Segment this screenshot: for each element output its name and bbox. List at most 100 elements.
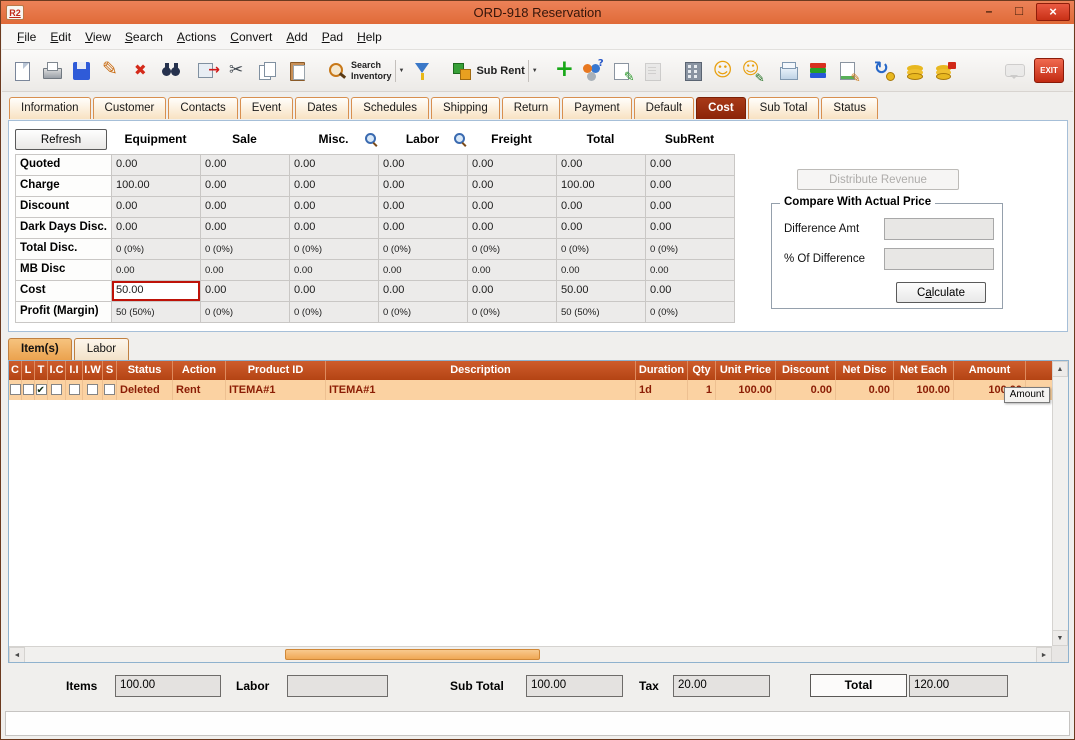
menu-actions[interactable]: Actions bbox=[170, 27, 223, 47]
grid-col-qty[interactable]: Qty bbox=[688, 361, 716, 380]
tab-dates[interactable]: Dates bbox=[295, 97, 349, 119]
item-cell-qty[interactable]: 1 bbox=[688, 380, 716, 400]
save-button[interactable] bbox=[67, 55, 96, 87]
package-button[interactable] bbox=[774, 55, 803, 87]
grid-col-description[interactable]: Description bbox=[326, 361, 636, 380]
item-checkbox-cell[interactable] bbox=[9, 380, 22, 400]
item-cell-description[interactable]: ITEMA#1 bbox=[326, 380, 636, 400]
items-tab-item-s[interactable]: Item(s) bbox=[8, 338, 72, 360]
grid-col-net-each[interactable]: Net Each bbox=[894, 361, 954, 380]
grid-col-i-w[interactable]: I.W bbox=[83, 361, 103, 380]
cut-button[interactable] bbox=[223, 55, 252, 87]
close-button[interactable] bbox=[1036, 3, 1070, 21]
grid-col-l[interactable]: L bbox=[22, 361, 35, 380]
grid-col-unit-price[interactable]: Unit Price bbox=[716, 361, 776, 380]
scrollbar-thumb[interactable] bbox=[285, 649, 540, 660]
scroll-up-button[interactable] bbox=[1052, 361, 1068, 377]
grid-col-product-id[interactable]: Product ID bbox=[226, 361, 326, 380]
tab-sub-total[interactable]: Sub Total bbox=[748, 97, 820, 119]
item-checkbox-cell[interactable] bbox=[83, 380, 103, 400]
distribute-revenue-button[interactable]: Distribute Revenue bbox=[797, 169, 959, 190]
tab-cost[interactable]: Cost bbox=[696, 97, 746, 119]
item-row[interactable]: DeletedRentITEMA#1ITEMA#11d1100.000.000.… bbox=[9, 380, 1052, 400]
layers-button[interactable] bbox=[804, 55, 833, 87]
menu-file[interactable]: File bbox=[10, 27, 43, 47]
smiley-edit-button[interactable] bbox=[738, 55, 767, 87]
item-cell-action[interactable]: Rent bbox=[173, 380, 226, 400]
checkbox[interactable] bbox=[87, 384, 98, 395]
copy-button[interactable] bbox=[253, 55, 282, 87]
item-checkbox-cell[interactable] bbox=[66, 380, 83, 400]
menu-help[interactable]: Help bbox=[350, 27, 389, 47]
menu-add[interactable]: Add bbox=[279, 27, 314, 47]
tab-schedules[interactable]: Schedules bbox=[351, 97, 429, 119]
exit-button[interactable]: EXIT bbox=[1031, 55, 1067, 87]
item-checkbox-cell[interactable] bbox=[48, 380, 66, 400]
grid-col-i-c[interactable]: I.C bbox=[48, 361, 66, 380]
pct-of-difference-input[interactable] bbox=[884, 248, 994, 270]
coins-button[interactable] bbox=[900, 55, 929, 87]
grid-col-action[interactable]: Action bbox=[173, 361, 226, 380]
checkbox[interactable] bbox=[69, 384, 80, 395]
scroll-down-button[interactable] bbox=[1052, 630, 1068, 646]
flag-button[interactable] bbox=[408, 55, 437, 87]
search-icon[interactable] bbox=[364, 132, 378, 146]
grid-col-amount[interactable]: Amount bbox=[954, 361, 1026, 380]
item-cell-net-each[interactable]: 100.00 bbox=[894, 380, 954, 400]
tab-return[interactable]: Return bbox=[502, 97, 561, 119]
menu-edit[interactable]: Edit bbox=[43, 27, 78, 47]
checkbox[interactable] bbox=[23, 384, 34, 395]
note-edit-button[interactable] bbox=[608, 55, 637, 87]
item-checkbox-cell[interactable] bbox=[35, 380, 48, 400]
grid-col-status[interactable]: Status bbox=[117, 361, 173, 380]
search-icon[interactable] bbox=[453, 132, 467, 146]
smiley-button[interactable] bbox=[708, 55, 737, 87]
scroll-left-button[interactable] bbox=[9, 647, 25, 663]
company-button[interactable] bbox=[678, 55, 707, 87]
grid-col-discount[interactable]: Discount bbox=[776, 361, 836, 380]
tab-payment[interactable]: Payment bbox=[562, 97, 631, 119]
item-cell-discount[interactable]: 0.00 bbox=[776, 380, 836, 400]
item-checkbox-cell[interactable] bbox=[103, 380, 117, 400]
sub-rent-dropdown[interactable] bbox=[528, 60, 538, 82]
grid-col-s[interactable]: S bbox=[103, 361, 117, 380]
print-button[interactable] bbox=[37, 55, 66, 87]
grid-col-unit[interactable]: Unit bbox=[1026, 361, 1052, 380]
grid-col-t[interactable]: T bbox=[35, 361, 48, 380]
minimize-button[interactable] bbox=[976, 3, 1002, 21]
find-button[interactable] bbox=[157, 55, 186, 87]
maximize-button[interactable] bbox=[1006, 3, 1032, 21]
add-button[interactable] bbox=[548, 55, 577, 87]
form-edit-button[interactable] bbox=[834, 55, 863, 87]
menu-convert[interactable]: Convert bbox=[223, 27, 279, 47]
grid-col-i-i[interactable]: I.I bbox=[66, 361, 83, 380]
refresh-button[interactable]: Refresh bbox=[15, 129, 107, 150]
scroll-right-button[interactable] bbox=[1036, 647, 1052, 663]
item-cell-product-id[interactable]: ITEMA#1 bbox=[226, 380, 326, 400]
title-bar[interactable]: R2 ORD-918 Reservation bbox=[1, 1, 1074, 24]
item-cell-status[interactable]: Deleted bbox=[117, 380, 173, 400]
item-cell-net-disc[interactable]: 0.00 bbox=[836, 380, 894, 400]
menu-search[interactable]: Search bbox=[118, 27, 170, 47]
checkbox[interactable] bbox=[51, 384, 62, 395]
tab-information[interactable]: Information bbox=[9, 97, 91, 119]
tab-customer[interactable]: Customer bbox=[93, 97, 167, 119]
tab-status[interactable]: Status bbox=[821, 97, 878, 119]
tab-contacts[interactable]: Contacts bbox=[168, 97, 237, 119]
paste-button[interactable] bbox=[283, 55, 312, 87]
tab-event[interactable]: Event bbox=[240, 97, 293, 119]
new-button[interactable] bbox=[7, 55, 36, 87]
tab-default[interactable]: Default bbox=[634, 97, 694, 119]
vertical-scrollbar[interactable] bbox=[1052, 361, 1068, 646]
delete-button[interactable] bbox=[127, 55, 156, 87]
grid-col-duration[interactable]: Duration bbox=[636, 361, 688, 380]
refresh-button[interactable] bbox=[870, 55, 899, 87]
checkbox[interactable] bbox=[10, 384, 21, 395]
items-tab-labor[interactable]: Labor bbox=[74, 338, 129, 360]
menu-view[interactable]: View bbox=[78, 27, 118, 47]
export-button[interactable] bbox=[193, 55, 222, 87]
calculate-button[interactable]: Calculate bbox=[896, 282, 986, 303]
sub-rent-button[interactable]: Sub Rent bbox=[448, 55, 540, 87]
group-button[interactable] bbox=[578, 55, 607, 87]
edit-button[interactable] bbox=[97, 55, 126, 87]
